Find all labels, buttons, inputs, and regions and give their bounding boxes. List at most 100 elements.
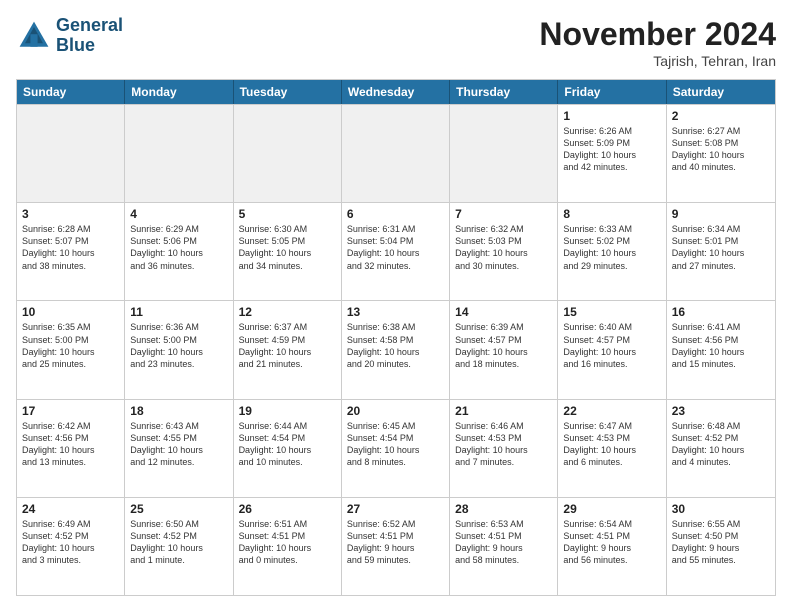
- cell-info-r4-c5: Sunrise: 6:54 AM Sunset: 4:51 PM Dayligh…: [563, 518, 660, 567]
- cell-r1-c4: 7 Sunrise: 6:32 AM Sunset: 5:03 PM Daylig…: [450, 203, 558, 300]
- day-number-r1-c4: 7: [455, 207, 552, 221]
- cell-info-r1-c1: Sunrise: 6:29 AM Sunset: 5:06 PM Dayligh…: [130, 223, 227, 272]
- cell-info-r2-c6: Sunrise: 6:41 AM Sunset: 4:56 PM Dayligh…: [672, 321, 770, 370]
- day-number-r1-c1: 4: [130, 207, 227, 221]
- cell-info-r3-c1: Sunrise: 6:43 AM Sunset: 4:55 PM Dayligh…: [130, 420, 227, 469]
- logo-icon: [16, 18, 52, 54]
- cell-info-r1-c6: Sunrise: 6:34 AM Sunset: 5:01 PM Dayligh…: [672, 223, 770, 272]
- header-sunday: Sunday: [17, 80, 125, 104]
- cell-r4-c2: 26 Sunrise: 6:51 AM Sunset: 4:51 PM Dayli…: [234, 498, 342, 595]
- logo-text: General Blue: [56, 16, 123, 56]
- day-number-r4-c5: 29: [563, 502, 660, 516]
- header-tuesday: Tuesday: [234, 80, 342, 104]
- cell-info-r2-c3: Sunrise: 6:38 AM Sunset: 4:58 PM Dayligh…: [347, 321, 444, 370]
- day-number-r1-c0: 3: [22, 207, 119, 221]
- cell-r4-c4: 28 Sunrise: 6:53 AM Sunset: 4:51 PM Dayli…: [450, 498, 558, 595]
- cell-r0-c1: [125, 105, 233, 202]
- day-number-r3-c0: 17: [22, 404, 119, 418]
- cell-r4-c6: 30 Sunrise: 6:55 AM Sunset: 4:50 PM Dayli…: [667, 498, 775, 595]
- cell-r0-c3: [342, 105, 450, 202]
- cell-info-r0-c5: Sunrise: 6:26 AM Sunset: 5:09 PM Dayligh…: [563, 125, 660, 174]
- cell-r3-c4: 21 Sunrise: 6:46 AM Sunset: 4:53 PM Dayli…: [450, 400, 558, 497]
- cell-info-r3-c5: Sunrise: 6:47 AM Sunset: 4:53 PM Dayligh…: [563, 420, 660, 469]
- day-number-r4-c4: 28: [455, 502, 552, 516]
- cell-info-r4-c1: Sunrise: 6:50 AM Sunset: 4:52 PM Dayligh…: [130, 518, 227, 567]
- day-number-r4-c0: 24: [22, 502, 119, 516]
- cell-info-r2-c4: Sunrise: 6:39 AM Sunset: 4:57 PM Dayligh…: [455, 321, 552, 370]
- day-number-r1-c2: 5: [239, 207, 336, 221]
- cell-info-r2-c2: Sunrise: 6:37 AM Sunset: 4:59 PM Dayligh…: [239, 321, 336, 370]
- cell-info-r1-c0: Sunrise: 6:28 AM Sunset: 5:07 PM Dayligh…: [22, 223, 119, 272]
- cell-info-r2-c1: Sunrise: 6:36 AM Sunset: 5:00 PM Dayligh…: [130, 321, 227, 370]
- calendar-row-3: 17 Sunrise: 6:42 AM Sunset: 4:56 PM Dayli…: [17, 399, 775, 497]
- cell-r0-c4: [450, 105, 558, 202]
- cell-r3-c5: 22Sunrise: 6:47 AM Sunset: 4:53 PM Dayli…: [558, 400, 666, 497]
- day-number-r3-c6: 23: [672, 404, 770, 418]
- header-wednesday: Wednesday: [342, 80, 450, 104]
- day-number-r2-c0: 10: [22, 305, 119, 319]
- cell-r2-c5: 15Sunrise: 6:40 AM Sunset: 4:57 PM Dayli…: [558, 301, 666, 398]
- calendar-row-4: 24Sunrise: 6:49 AM Sunset: 4:52 PM Dayli…: [17, 497, 775, 595]
- cell-info-r0-c6: Sunrise: 6:27 AM Sunset: 5:08 PM Dayligh…: [672, 125, 770, 174]
- cell-r1-c1: 4 Sunrise: 6:29 AM Sunset: 5:06 PM Daylig…: [125, 203, 233, 300]
- cell-r0-c2: [234, 105, 342, 202]
- cell-info-r3-c4: Sunrise: 6:46 AM Sunset: 4:53 PM Dayligh…: [455, 420, 552, 469]
- cell-r2-c0: 10 Sunrise: 6:35 AM Sunset: 5:00 PM Dayli…: [17, 301, 125, 398]
- title-block: November 2024 Tajrish, Tehran, Iran: [539, 16, 776, 69]
- cell-info-r4-c6: Sunrise: 6:55 AM Sunset: 4:50 PM Dayligh…: [672, 518, 770, 567]
- calendar-header: Sunday Monday Tuesday Wednesday Thursday…: [17, 80, 775, 104]
- day-number-r4-c2: 26: [239, 502, 336, 516]
- day-number-r0-c6: 2: [672, 109, 770, 123]
- subtitle: Tajrish, Tehran, Iran: [539, 53, 776, 69]
- cell-info-r4-c4: Sunrise: 6:53 AM Sunset: 4:51 PM Dayligh…: [455, 518, 552, 567]
- cell-r2-c2: 12 Sunrise: 6:37 AM Sunset: 4:59 PM Dayli…: [234, 301, 342, 398]
- cell-r0-c6: 2 Sunrise: 6:27 AM Sunset: 5:08 PM Daylig…: [667, 105, 775, 202]
- cell-r3-c0: 17 Sunrise: 6:42 AM Sunset: 4:56 PM Dayli…: [17, 400, 125, 497]
- cell-info-r1-c3: Sunrise: 6:31 AM Sunset: 5:04 PM Dayligh…: [347, 223, 444, 272]
- cell-r3-c1: 18 Sunrise: 6:43 AM Sunset: 4:55 PM Dayli…: [125, 400, 233, 497]
- cell-r0-c5: 1 Sunrise: 6:26 AM Sunset: 5:09 PM Daylig…: [558, 105, 666, 202]
- logo-line1: General: [56, 16, 123, 36]
- day-number-r2-c1: 11: [130, 305, 227, 319]
- header-saturday: Saturday: [667, 80, 775, 104]
- day-number-r4-c6: 30: [672, 502, 770, 516]
- cell-r4-c5: 29 Sunrise: 6:54 AM Sunset: 4:51 PM Dayli…: [558, 498, 666, 595]
- cell-info-r1-c4: Sunrise: 6:32 AM Sunset: 5:03 PM Dayligh…: [455, 223, 552, 272]
- day-number-r4-c1: 25: [130, 502, 227, 516]
- day-number-r0-c5: 1: [563, 109, 660, 123]
- day-number-r3-c4: 21: [455, 404, 552, 418]
- cell-info-r2-c0: Sunrise: 6:35 AM Sunset: 5:00 PM Dayligh…: [22, 321, 119, 370]
- cell-r4-c3: 27Sunrise: 6:52 AM Sunset: 4:51 PM Dayli…: [342, 498, 450, 595]
- cell-r1-c0: 3 Sunrise: 6:28 AM Sunset: 5:07 PM Daylig…: [17, 203, 125, 300]
- day-number-r3-c1: 18: [130, 404, 227, 418]
- logo: General Blue: [16, 16, 123, 56]
- cell-r4-c1: 25 Sunrise: 6:50 AM Sunset: 4:52 PM Dayli…: [125, 498, 233, 595]
- day-number-r3-c2: 19: [239, 404, 336, 418]
- calendar: Sunday Monday Tuesday Wednesday Thursday…: [16, 79, 776, 596]
- calendar-body: 1 Sunrise: 6:26 AM Sunset: 5:09 PM Daylig…: [17, 104, 775, 595]
- cell-info-r4-c2: Sunrise: 6:51 AM Sunset: 4:51 PM Dayligh…: [239, 518, 336, 567]
- cell-r1-c6: 9Sunrise: 6:34 AM Sunset: 5:01 PM Daylig…: [667, 203, 775, 300]
- header-thursday: Thursday: [450, 80, 558, 104]
- day-number-r1-c3: 6: [347, 207, 444, 221]
- cell-info-r4-c3: Sunrise: 6:52 AM Sunset: 4:51 PM Dayligh…: [347, 518, 444, 567]
- header-friday: Friday: [558, 80, 666, 104]
- cell-info-r1-c2: Sunrise: 6:30 AM Sunset: 5:05 PM Dayligh…: [239, 223, 336, 272]
- header: General Blue November 2024 Tajrish, Tehr…: [16, 16, 776, 69]
- day-number-r2-c5: 15: [563, 305, 660, 319]
- calendar-row-2: 10 Sunrise: 6:35 AM Sunset: 5:00 PM Dayli…: [17, 300, 775, 398]
- page: General Blue November 2024 Tajrish, Tehr…: [0, 0, 792, 612]
- header-monday: Monday: [125, 80, 233, 104]
- month-title: November 2024: [539, 16, 776, 53]
- cell-r2-c4: 14Sunrise: 6:39 AM Sunset: 4:57 PM Dayli…: [450, 301, 558, 398]
- day-number-r2-c2: 12: [239, 305, 336, 319]
- cell-r0-c0: [17, 105, 125, 202]
- day-number-r2-c3: 13: [347, 305, 444, 319]
- cell-r3-c3: 20Sunrise: 6:45 AM Sunset: 4:54 PM Dayli…: [342, 400, 450, 497]
- cell-r3-c6: 23Sunrise: 6:48 AM Sunset: 4:52 PM Dayli…: [667, 400, 775, 497]
- cell-info-r1-c5: Sunrise: 6:33 AM Sunset: 5:02 PM Dayligh…: [563, 223, 660, 272]
- day-number-r3-c3: 20: [347, 404, 444, 418]
- cell-r2-c6: 16Sunrise: 6:41 AM Sunset: 4:56 PM Dayli…: [667, 301, 775, 398]
- day-number-r1-c5: 8: [563, 207, 660, 221]
- cell-info-r3-c0: Sunrise: 6:42 AM Sunset: 4:56 PM Dayligh…: [22, 420, 119, 469]
